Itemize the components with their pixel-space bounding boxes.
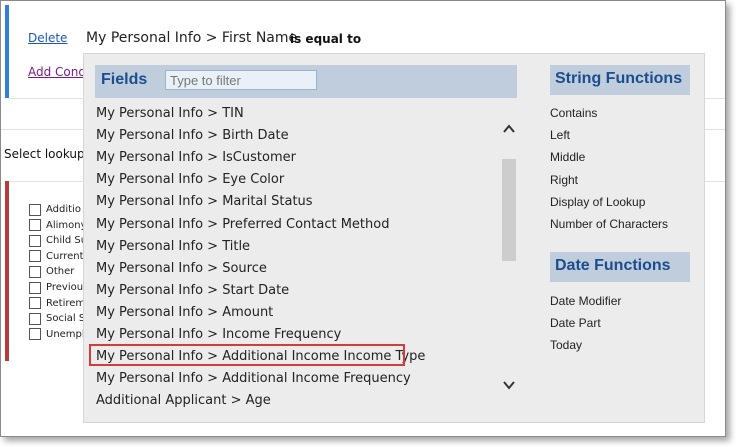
select-lookup-label: Select lookup [4,147,85,161]
fields-filter-input[interactable] [165,70,317,90]
lookup-option[interactable]: Child Su [29,233,87,248]
chevron-up-icon[interactable] [501,122,517,140]
lookup-option[interactable]: Retirem [29,296,85,311]
lookup-option[interactable]: Additio [29,202,81,217]
field-list-item[interactable]: My Personal Info > Eye Color [96,172,284,187]
string-functions-title: String Functions [555,70,683,87]
checkbox[interactable] [29,219,41,232]
field-list-item[interactable]: My Personal Info > IsCustomer [96,150,296,165]
checkbox[interactable] [29,312,41,325]
string-function-item[interactable]: Right [550,173,578,187]
checkbox[interactable] [29,265,41,278]
field-list-item[interactable]: My Personal Info > Preferred Contact Met… [96,217,389,232]
field-list-item[interactable]: My Personal Info > Additional Income Inc… [96,349,425,364]
lookup-option[interactable]: Alimony [29,218,87,233]
checkbox[interactable] [29,203,41,216]
checkbox[interactable] [29,250,41,263]
fields-title: Fields [101,71,148,88]
condition-accent-bar [5,5,9,98]
date-function-item[interactable]: Date Part [550,316,601,330]
condition-field-path[interactable]: My Personal Info > First Name [86,30,297,46]
lookup-option-label: Other [46,266,75,278]
date-functions-header: Date Functions [550,252,690,282]
lookup-accent-bar [5,181,9,361]
checkbox[interactable] [29,297,41,310]
field-list-item[interactable]: My Personal Info > Income Frequency [96,327,341,342]
lookup-option[interactable]: Current [29,249,84,264]
window-frame: Delete My Personal Info > First Name is … [0,0,726,437]
string-function-item[interactable]: Display of Lookup [550,195,645,209]
lookup-option-label: Previous [46,282,89,293]
checkbox[interactable] [29,328,41,341]
lookup-option-label: Alimony [46,219,87,231]
date-functions-title: Date Functions [555,257,671,274]
field-list-item[interactable]: My Personal Info > Title [96,239,250,254]
lookup-option-label: Child Su [46,235,88,247]
field-list-item[interactable]: My Personal Info > Amount [96,305,273,320]
field-list-item[interactable]: Additional Applicant > Age [96,393,271,408]
string-function-item[interactable]: Number of Characters [550,217,668,231]
lookup-option[interactable]: Previous [29,280,88,295]
string-functions-header: String Functions [550,65,690,95]
checkbox[interactable] [29,234,41,247]
add-condition-link[interactable]: Add Condi [28,65,89,79]
field-list-item[interactable]: My Personal Info > Additional Income Fre… [96,371,411,386]
string-function-item[interactable]: Left [550,128,570,142]
lookup-option[interactable]: Other [29,264,74,279]
condition-operator[interactable]: is equal to [290,32,361,46]
fields-header: Fields [95,65,517,98]
fields-scrollbar-thumb[interactable] [502,159,516,261]
field-picker-popup: Fields My Personal Info > TIN My Personal… [83,53,705,423]
string-function-item[interactable]: Contains [550,106,597,120]
field-list-item[interactable]: My Personal Info > Marital Status [96,194,313,209]
lookup-option-label: Current [46,250,84,262]
string-function-item[interactable]: Middle [550,150,585,164]
lookup-option-label: Social S [46,313,86,325]
chevron-down-icon[interactable] [501,378,517,396]
lookup-option-label: Retirem [46,297,86,309]
lookup-option-label: Additio [46,204,81,215]
delete-link[interactable]: Delete [28,31,67,45]
field-list-item[interactable]: My Personal Info > TIN [96,106,244,121]
date-function-item[interactable]: Today [550,338,582,352]
lookup-option-label: Unempl [46,328,85,340]
field-list-item[interactable]: My Personal Info > Source [96,261,267,276]
field-list-item[interactable]: My Personal Info > Start Date [96,283,289,298]
lookup-option[interactable]: Unempl [29,327,85,342]
lookup-option[interactable]: Social S [29,311,85,326]
date-function-item[interactable]: Date Modifier [550,294,621,308]
checkbox[interactable] [29,281,41,294]
field-list-item[interactable]: My Personal Info > Birth Date [96,128,289,143]
